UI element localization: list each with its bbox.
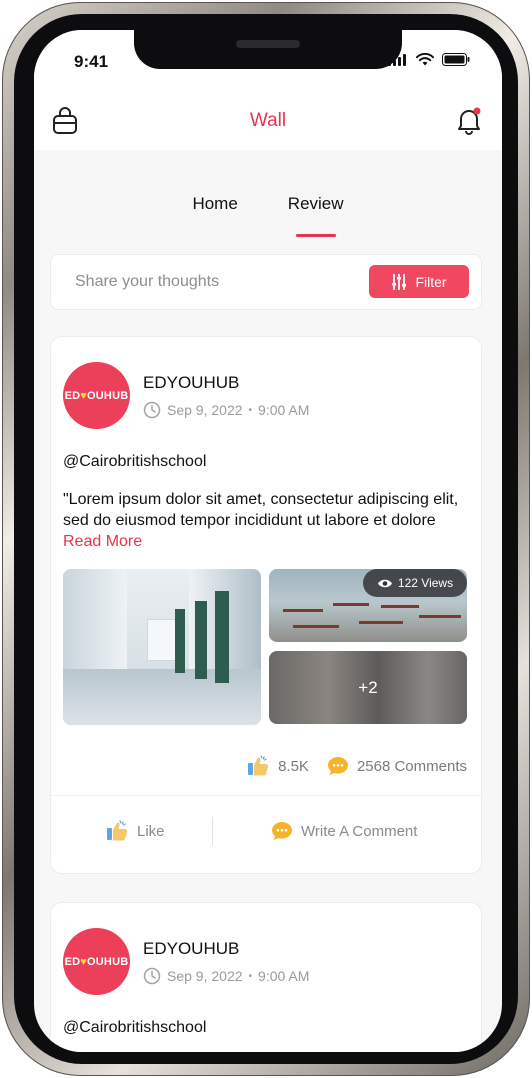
post-date: Sep 9, 2022 [167,402,243,418]
avatar-text-end: OUHUB [87,389,129,402]
post-author[interactable]: EDYOUHUB [143,939,239,959]
read-more-link[interactable]: Read More [63,533,142,550]
like-button[interactable]: Like [99,815,171,847]
clock-icon [143,401,161,419]
action-separator [212,817,213,845]
filter-button[interactable]: Filter [369,265,469,298]
write-comment-label: Write A Comment [301,822,418,840]
post-timestamp: Sep 9, 2022 • 9:00 AM [143,401,309,419]
app-screen: 9:41 Wall Home Review Share your thought… [34,30,502,1052]
sliders-icon [392,273,407,290]
avatar-text-end: OUHUB [87,955,129,968]
write-comment-button[interactable]: Write A Comment [265,815,423,847]
bell-icon [458,107,481,135]
post-actions: Like Write A Comment [51,815,481,851]
chat-bubble-icon [327,757,348,775]
comments-count: 2568 Comments [356,757,467,775]
avatar[interactable]: ED ♥ OUHUB [63,928,130,995]
post-text: "Lorem ipsum dolor sit amet, consectetur… [63,491,459,529]
avatar-text-start: ED [64,955,81,968]
post-date: Sep 9, 2022 [167,968,243,984]
status-icons [388,53,470,66]
app-header: Wall [34,94,502,150]
tab-bar: Home Review [34,188,502,237]
comment-bubble-icon [272,822,292,840]
post-card: ED ♥ OUHUB EDYOUHUB Sep 9, 2022 • 9:00 AM … [50,336,482,874]
share-thoughts-box[interactable]: Share your thoughts Filter [50,254,482,310]
more-images-tile[interactable]: +2 [269,651,467,724]
clap-icon [248,755,269,776]
views-count: 122 Views [397,576,454,590]
post-time: 9:00 AM [258,402,310,418]
notch [134,30,402,69]
post-body: "Lorem ipsum dolor sit amet, consectetur… [63,489,463,552]
hallway-image[interactable] [63,569,261,725]
wifi-icon [416,53,434,66]
card-divider [51,795,481,796]
avatar-heart-icon: ♥ [80,955,88,968]
eye-icon [377,579,392,587]
comments-stat[interactable]: 2568 Comments [327,756,467,776]
filter-label: Filter [415,273,447,290]
post-author[interactable]: EDYOUHUB [143,373,239,393]
share-input-placeholder[interactable]: Share your thoughts [75,273,219,291]
speaker-grille [236,40,300,48]
tab-review[interactable]: Review [286,188,346,237]
clock-icon [143,967,161,985]
post-timestamp: Sep 9, 2022 • 9:00 AM [143,967,309,985]
likes-stat[interactable]: 8.5K [246,755,309,777]
notifications-button[interactable] [454,106,484,136]
dot-separator: • [248,404,253,416]
post-stats: 8.5K 2568 Comments [246,755,467,777]
status-time: 9:41 [74,52,109,71]
tab-home[interactable]: Home [190,188,239,228]
post-card: ED ♥ OUHUB EDYOUHUB Sep 9, 2022 • 9:00 AM … [50,902,482,1052]
post-time: 9:00 AM [258,968,310,984]
avatar-heart-icon: ♥ [80,389,88,402]
avatar[interactable]: ED ♥ OUHUB [63,362,130,429]
post-mention[interactable]: @Cairobritishschool [63,453,206,471]
battery-icon [442,53,470,66]
dot-separator: • [248,970,253,982]
image-gallery: 122 Views +2 [63,569,469,727]
post-mention[interactable]: @Cairobritishschool [63,1019,206,1037]
page-title: Wall [249,110,287,131]
like-label: Like [137,822,165,840]
likes-count: 8.5K [278,757,309,775]
avatar-text-start: ED [64,389,81,402]
views-badge: 122 Views [363,569,467,597]
like-clap-icon [107,820,128,841]
more-images-count: +2 [358,678,378,697]
